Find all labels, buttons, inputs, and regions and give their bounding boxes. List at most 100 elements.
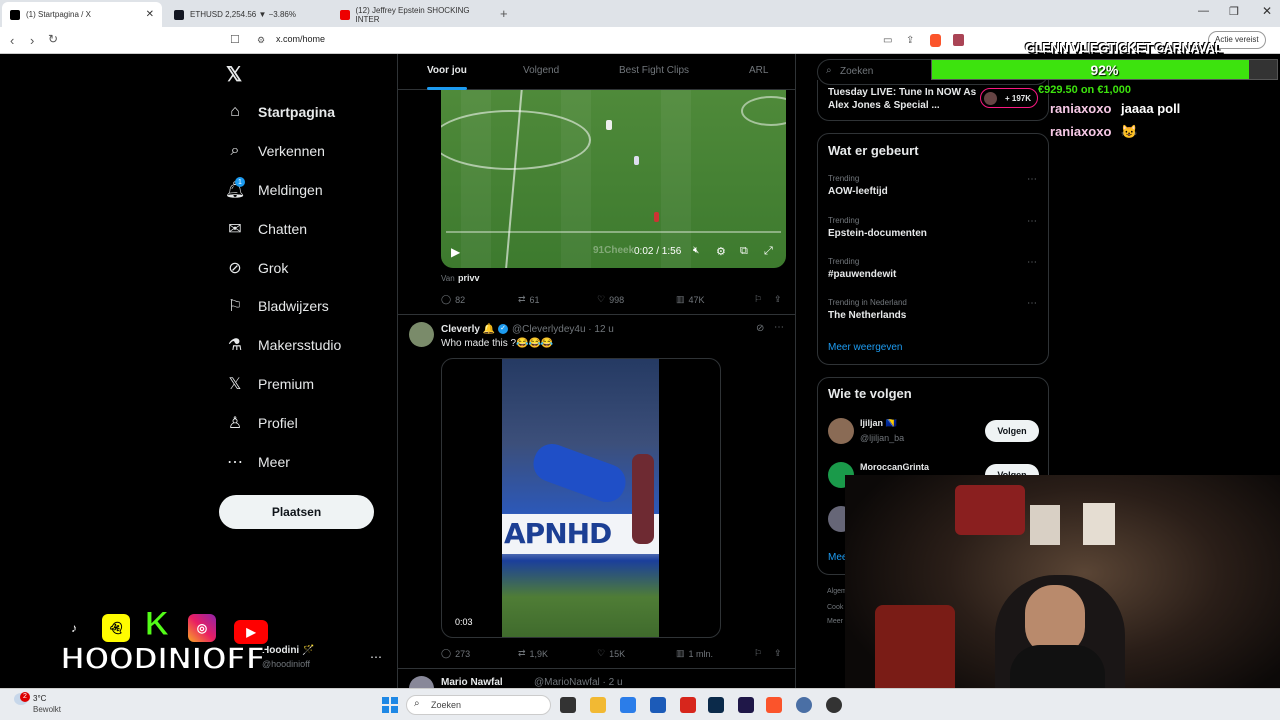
share-icon[interactable]: ⇪ — [774, 294, 782, 305]
trend-name: AOW-leeftijd — [828, 186, 888, 197]
repost-button[interactable]: ⇄ 1,9K — [518, 648, 548, 659]
bookmark-icon[interactable]: ⚐ — [754, 294, 762, 305]
more-options-icon[interactable]: ⋯ — [774, 322, 784, 333]
reload-icon[interactable]: ↻ — [48, 32, 58, 46]
goal-progress-bar: 92% — [931, 59, 1278, 80]
browser-tab-ethusd[interactable]: ETHUSD 2,254.56 ▼ −3.86% — [166, 2, 331, 27]
settings-icon[interactable]: ⚙ — [716, 245, 726, 258]
post-divider — [398, 314, 795, 315]
tab-best-fight-clips[interactable]: Best Fight Clips — [619, 65, 689, 76]
mail-app-icon[interactable] — [650, 697, 666, 713]
footer-link[interactable]: Cook — [827, 604, 843, 611]
sidebar-item-grok[interactable]: ⊘ Grok — [226, 253, 288, 283]
rewards-icon[interactable] — [953, 34, 964, 46]
cast-icon[interactable]: ▭ — [883, 35, 892, 46]
sidebar-item-chat[interactable]: ✉ Chatten — [226, 214, 307, 244]
post-button[interactable]: Plaatsen — [219, 495, 374, 529]
maximize-icon[interactable]: ❐ — [1229, 5, 1239, 18]
live-space-card[interactable]: Tuesday LIVE: Tune In NOW As Alex Jones … — [817, 80, 1049, 121]
sidebar-item-home[interactable]: ⌂ Startpagina — [226, 97, 335, 127]
fullscreen-icon[interactable]: ⤢ — [764, 245, 773, 258]
like-count: 15K — [609, 648, 626, 659]
like-button[interactable]: ♡ 15K — [597, 648, 625, 659]
browser-tab-youtube[interactable]: (12) Jeffrey Epstein SHOCKING INTER — [332, 2, 497, 27]
repost-button[interactable]: ⇄ 61 — [518, 294, 540, 305]
more-options-icon[interactable]: ⋯ — [1027, 257, 1037, 268]
play-icon[interactable]: ▶ — [451, 245, 460, 259]
account-name[interactable]: Hoodini 🪄 — [262, 645, 314, 656]
obs-icon[interactable] — [826, 697, 842, 713]
post-author-handle[interactable]: @Cleverlydey4u · 12 u — [512, 324, 614, 335]
footer-link[interactable]: Algem — [827, 588, 847, 595]
grok-icon[interactable]: ⊘ — [756, 323, 764, 334]
trend-item[interactable]: Trending in Nederland The Netherlands ⋯ — [818, 296, 1048, 336]
more-options-icon[interactable]: ⋯ — [1027, 216, 1037, 227]
share-icon[interactable]: ⇪ — [906, 35, 914, 46]
tab-arl[interactable]: ARL — [749, 65, 768, 76]
sidebar-item-bookmarks[interactable]: ⚐ Bladwijzers — [226, 291, 329, 321]
app-icon[interactable] — [796, 697, 812, 713]
brave-icon[interactable] — [766, 697, 782, 713]
minimize-icon[interactable]: — — [1198, 5, 1209, 17]
taskbar-search-input[interactable]: Zoeken — [406, 695, 551, 715]
show-more-link[interactable]: Meer weergeven — [828, 342, 902, 353]
post-author-handle[interactable]: @MarioNawfal · 2 u — [534, 677, 623, 688]
store-icon[interactable] — [620, 697, 636, 713]
post-author-name[interactable]: Mario Nawfal — [441, 677, 503, 688]
bell-icon: 🔔︎ 1 — [224, 177, 246, 199]
like-button[interactable]: ♡ 998 — [597, 294, 624, 305]
footer-link[interactable]: Meer — [827, 618, 843, 625]
site-info-icon[interactable]: ⚙ — [257, 35, 265, 46]
windows-start-icon[interactable] — [382, 697, 398, 713]
account-more-icon[interactable]: ⋯ — [370, 650, 382, 664]
bookmark-icon[interactable]: ⚐ — [754, 648, 762, 659]
sidebar-item-explore[interactable]: ⌕ Verkennen — [226, 136, 325, 166]
trend-item[interactable]: Trending AOW-leeftijd ⋯ — [818, 172, 1048, 212]
x-logo-icon[interactable]: 𝕏 — [226, 62, 242, 87]
bookmark-page-icon[interactable]: ☐ — [230, 33, 240, 46]
avatar[interactable] — [828, 418, 854, 444]
share-icon[interactable]: ⇪ — [774, 648, 782, 659]
video-progress-track[interactable] — [446, 231, 781, 233]
pip-icon[interactable]: ⧉ — [740, 245, 748, 258]
premiere-icon[interactable] — [738, 697, 754, 713]
sidebar-item-more[interactable]: ⋯ Meer — [226, 447, 290, 477]
video-player[interactable]: ▶ 91Cheek 0:02 / 1:56 🔇︎ ⚙ ⧉ ⤢ — [441, 90, 786, 268]
task-view-icon[interactable] — [560, 697, 576, 713]
mute-icon[interactable]: 🔇︎ — [693, 245, 699, 256]
tab-for-you[interactable]: Voor jou — [427, 65, 467, 76]
follow-name[interactable]: ljiljan 🇧🇦 — [860, 418, 897, 429]
back-icon[interactable]: ‹ — [10, 33, 14, 48]
more-options-icon[interactable]: ⋯ — [1027, 298, 1037, 309]
more-options-icon[interactable]: ⋯ — [1027, 174, 1037, 185]
avatar[interactable] — [409, 322, 434, 347]
views-button[interactable]: ▥ 1 mln. — [676, 648, 713, 659]
follow-name[interactable]: MoroccanGrinta — [860, 462, 929, 472]
sidebar-item-profile[interactable]: ♙ Profiel — [226, 408, 298, 438]
trend-item[interactable]: Trending #pauwendewit ⋯ — [818, 255, 1048, 295]
tab-following[interactable]: Volgend — [523, 65, 559, 76]
browser-tab-x[interactable]: (1) Startpagina / X ✕ — [2, 2, 162, 27]
sidebar-item-premium[interactable]: 𝕏 Premium — [226, 369, 314, 399]
acrobat-icon[interactable] — [680, 697, 696, 713]
sidebar-item-creator-studio[interactable]: ⚗ Makersstudio — [226, 330, 341, 360]
post-video[interactable]: APNHD 0:03 — [441, 358, 721, 638]
window-close-icon[interactable]: ✕ — [1262, 4, 1272, 18]
source-user[interactable]: privv — [458, 273, 480, 283]
url-field[interactable]: x.com/home — [276, 34, 325, 44]
brave-shield-icon[interactable] — [930, 34, 941, 47]
reply-button[interactable]: ◯ 82 — [441, 294, 465, 305]
forward-icon[interactable]: › — [30, 33, 34, 48]
live-listeners-badge[interactable]: + 197K — [980, 88, 1038, 108]
photoshop-icon[interactable] — [708, 697, 724, 713]
tab-title: (12) Jeffrey Epstein SHOCKING INTER — [355, 5, 470, 24]
file-explorer-icon[interactable] — [590, 697, 606, 713]
trend-item[interactable]: Trending Epstein-documenten ⋯ — [818, 214, 1048, 254]
new-tab-icon[interactable]: + — [500, 6, 508, 21]
follow-button[interactable]: Volgen — [985, 420, 1039, 442]
sidebar-item-notifications[interactable]: 🔔︎ 1 Meldingen — [224, 175, 323, 205]
close-icon[interactable]: ✕ — [146, 9, 154, 20]
post-author-name[interactable]: Cleverly 🔔 — [441, 324, 495, 335]
reply-button[interactable]: ◯ 273 — [441, 648, 470, 659]
views-button[interactable]: ▥ 47K — [676, 294, 705, 305]
